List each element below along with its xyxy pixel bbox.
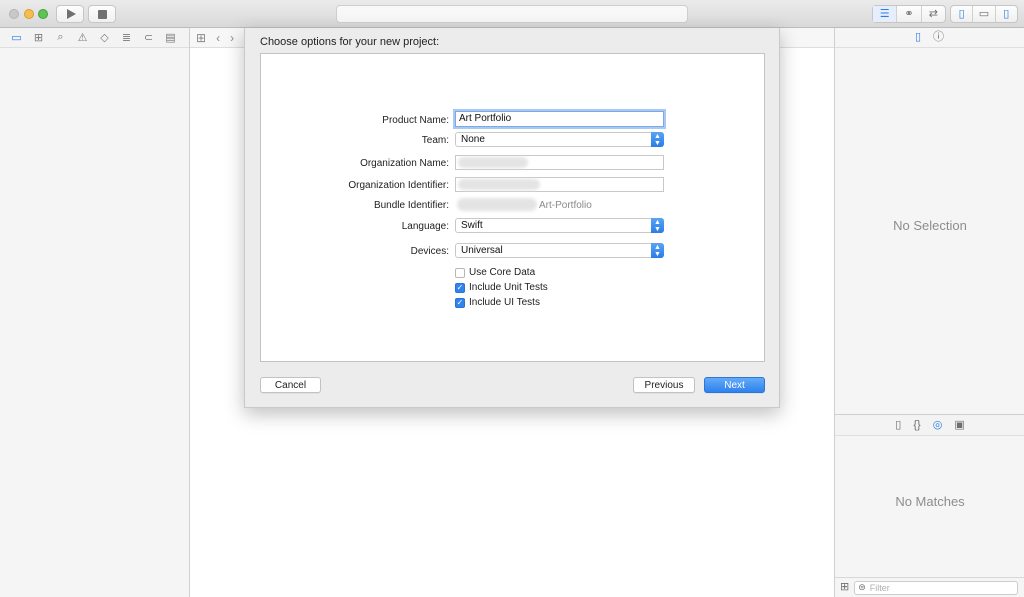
navigator-tab-bar: ▭ ⊞ ⌕ ⚠ ◇ ≣ ⊂ ▤	[0, 28, 189, 48]
new-project-sheet: Choose options for your new project: Pro…	[244, 28, 780, 408]
bundle-identifier-label: Bundle Identifier:	[373, 200, 449, 211]
team-popup[interactable]: None ▲ ▼	[455, 132, 664, 147]
product-name-label: Product Name:	[382, 115, 449, 126]
align-left-icon: ☰	[879, 7, 890, 20]
list-icon[interactable]: ≣	[120, 31, 133, 44]
include-unit-tests-option[interactable]: ✓ Include Unit Tests	[455, 282, 548, 293]
chevron-left-icon[interactable]: ‹	[216, 31, 220, 45]
toggle-navigator-button[interactable]: ▯	[951, 6, 974, 22]
navigator-pane: ▭ ⊞ ⌕ ⚠ ◇ ≣ ⊂ ▤	[0, 28, 190, 597]
include-unit-tests-checkbox[interactable]: ✓	[455, 282, 465, 293]
zoom-window-button[interactable]	[38, 9, 48, 19]
product-name-input[interactable]	[459, 113, 663, 124]
cancel-button[interactable]: Cancel	[260, 377, 321, 393]
options-panel: Product Name: Team: None ▲▼ Organization…	[260, 53, 765, 362]
redacted-mask	[458, 157, 528, 168]
chevron-up-down-icon: ▲ ▼	[651, 243, 664, 258]
library-filter-bar: ⊞ ⊜	[835, 577, 1024, 597]
library-tab-bar: ▯ {} ◎ ▣	[835, 414, 1024, 436]
debug-panel-icon: ▭	[978, 7, 990, 20]
toggle-debug-area-button[interactable]: ▭	[973, 6, 996, 22]
window-toolbar: ☰ ⚭ ⇄ ▯ ▭ ▯	[0, 0, 1024, 28]
grid-view-icon[interactable]: ⊞	[840, 582, 849, 593]
next-button[interactable]: Next	[704, 377, 765, 393]
activity-viewer	[336, 5, 688, 23]
bundle-identifier-value: Art-Portfolio	[539, 200, 592, 211]
media-library-icon[interactable]: ▣	[954, 419, 964, 431]
include-unit-tests-label: Include Unit Tests	[469, 282, 548, 293]
tag-icon[interactable]: ⊂	[142, 31, 155, 44]
chevron-up-down-icon: ▲ ▼	[651, 132, 664, 147]
chevron-right-icon[interactable]: ›	[230, 31, 234, 45]
use-core-data-label: Use Core Data	[469, 267, 536, 278]
redacted-mask	[458, 179, 540, 190]
organization-name-field[interactable]	[455, 155, 664, 170]
include-ui-tests-option[interactable]: ✓ Include UI Tests	[455, 297, 540, 308]
sheet-title: Choose options for your new project:	[260, 36, 440, 48]
use-core-data-checkbox[interactable]	[455, 267, 465, 278]
search-icon[interactable]: ⌕	[54, 31, 67, 44]
devices-value: Universal	[461, 245, 503, 256]
play-icon	[66, 9, 76, 19]
filter-icon: ⊜	[858, 582, 866, 592]
stop-button[interactable]	[88, 5, 116, 23]
back-forth-arrows-icon: ⇄	[928, 7, 938, 20]
previous-button[interactable]: Previous	[633, 377, 695, 393]
no-matches-text: No Matches	[895, 494, 965, 509]
organization-identifier-label: Organization Identifier:	[348, 180, 449, 191]
run-button[interactable]	[56, 5, 84, 23]
inspector-panel-icon: ▯	[1003, 7, 1010, 20]
version-editor-button[interactable]: ⇄	[922, 6, 945, 22]
editor-mode-control: ☰ ⚭ ⇄	[872, 5, 946, 23]
file-icon[interactable]: ▯	[915, 32, 921, 43]
standard-editor-button[interactable]: ☰	[873, 6, 898, 22]
product-name-field[interactable]	[455, 111, 664, 127]
language-value: Swift	[461, 220, 483, 231]
team-label: Team:	[421, 135, 449, 146]
devices-label: Devices:	[410, 246, 449, 257]
related-items-icon[interactable]: ⊞	[196, 31, 206, 45]
speech-bubble-icon[interactable]: ▤	[164, 31, 177, 44]
diamond-icon[interactable]: ◇	[98, 31, 111, 44]
checkmark-icon: ✓	[456, 297, 464, 307]
language-label: Language:	[401, 221, 449, 232]
language-popup[interactable]: Swift ▲ ▼	[455, 218, 664, 233]
object-library-icon[interactable]: ◎	[933, 419, 943, 431]
inspector-pane: ▯ ⓘ No Selection ▯ {} ◎ ▣ No Matches ⊞ ⊜	[834, 28, 1024, 597]
help-icon[interactable]: ⓘ	[933, 32, 944, 43]
navigator-panel-icon: ▯	[958, 7, 965, 20]
team-value: None	[461, 134, 485, 145]
filter-field[interactable]: ⊜	[854, 580, 1019, 595]
link-rings-icon: ⚭	[904, 7, 914, 20]
filter-input[interactable]	[869, 582, 1010, 593]
redacted-mask	[457, 198, 537, 211]
warning-icon[interactable]: ⚠	[76, 31, 89, 44]
braces-icon[interactable]: {}	[913, 419, 920, 431]
file-template-icon[interactable]: ▯	[895, 419, 901, 431]
minimize-window-button[interactable]	[24, 9, 34, 19]
organization-identifier-field[interactable]	[455, 177, 664, 192]
chevron-up-down-icon: ▲ ▼	[651, 218, 664, 233]
include-ui-tests-checkbox[interactable]: ✓	[455, 297, 465, 308]
view-toggle-control: ▯ ▭ ▯	[950, 5, 1018, 23]
folder-icon[interactable]: ▭	[10, 31, 23, 44]
no-selection-text: No Selection	[893, 218, 967, 233]
organization-name-label: Organization Name:	[360, 158, 449, 169]
toggle-inspector-button[interactable]: ▯	[996, 6, 1017, 22]
include-ui-tests-label: Include UI Tests	[469, 297, 540, 308]
hierarchy-icon[interactable]: ⊞	[32, 31, 45, 44]
inspector-tab-bar: ▯ ⓘ	[835, 28, 1024, 48]
stop-icon	[97, 9, 107, 19]
use-core-data-option[interactable]: Use Core Data	[455, 267, 535, 278]
checkmark-icon: ✓	[456, 282, 464, 292]
devices-popup[interactable]: Universal ▲ ▼	[455, 243, 664, 258]
close-window-button[interactable]	[9, 9, 19, 19]
assistant-editor-button[interactable]: ⚭	[897, 6, 922, 22]
